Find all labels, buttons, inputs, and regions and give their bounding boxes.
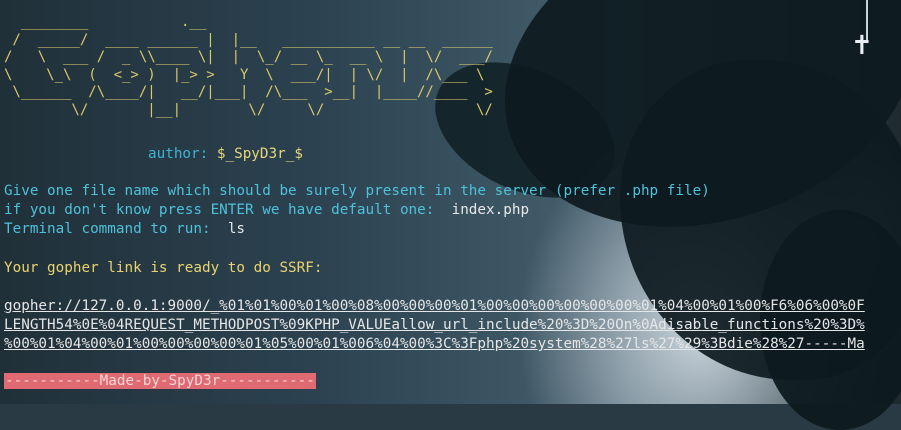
banner-line: \ \_\ ( <_> ) |_> > Y \ ___/| | \/ | /\_… xyxy=(4,66,485,83)
prompt-default-text: if you don't know press ENTER we have de… xyxy=(4,202,435,218)
author-line: author: $_SpyD3r_$ xyxy=(148,145,303,164)
gopher-link-line[interactable]: LENGTH54%0E%04REQUEST_METHODPOST%09KPHP_… xyxy=(4,316,865,335)
author-name: $_SpyD3r_$ xyxy=(216,146,303,162)
gopher-link-line[interactable]: gopher://127.0.0.1:9000/_%01%01%00%01%00… xyxy=(4,297,865,316)
ready-message: Your gopher link is ready to do SSRF: xyxy=(4,260,323,276)
banner-line: ________ .__ xyxy=(4,14,207,30)
default-file-value: index.php xyxy=(451,202,530,218)
gopher-link-line[interactable]: %00%01%04%00%01%00%00%00%00%01%05%00%01%… xyxy=(4,335,865,354)
prompt-command-line: Terminal command to run: ls xyxy=(4,220,245,239)
footer-line: -----------Made-by-SpyD3r----------- xyxy=(4,372,316,391)
prompt-command-text: Terminal command to run: xyxy=(4,221,211,237)
author-label: author: xyxy=(148,146,209,162)
made-by-banner: -----------Made-by-SpyD3r----------- xyxy=(4,373,316,389)
banner-line: \/ |__| \/ \/ \/ xyxy=(4,101,493,118)
ascii-banner: ________ .__ / _____/ ____ ______ | |__ … xyxy=(4,14,493,119)
banner-line: / \ ___ / _ \\____ \| | \_/ __ \_ __ \ |… xyxy=(4,49,493,65)
command-value: ls xyxy=(227,221,246,237)
prompt-file-line: Give one file name which should be surel… xyxy=(4,183,710,199)
banner-line: / _____/ ____ ______ | |__ ___________ _… xyxy=(4,31,493,48)
terminal-output[interactable]: ________ .__ / _____/ ____ ______ | |__ … xyxy=(4,0,901,404)
prompt-default-line: if you don't know press ENTER we have de… xyxy=(4,201,529,220)
banner-line: \______ /\____/| __/|___| /\___ >__| |__… xyxy=(4,84,493,100)
